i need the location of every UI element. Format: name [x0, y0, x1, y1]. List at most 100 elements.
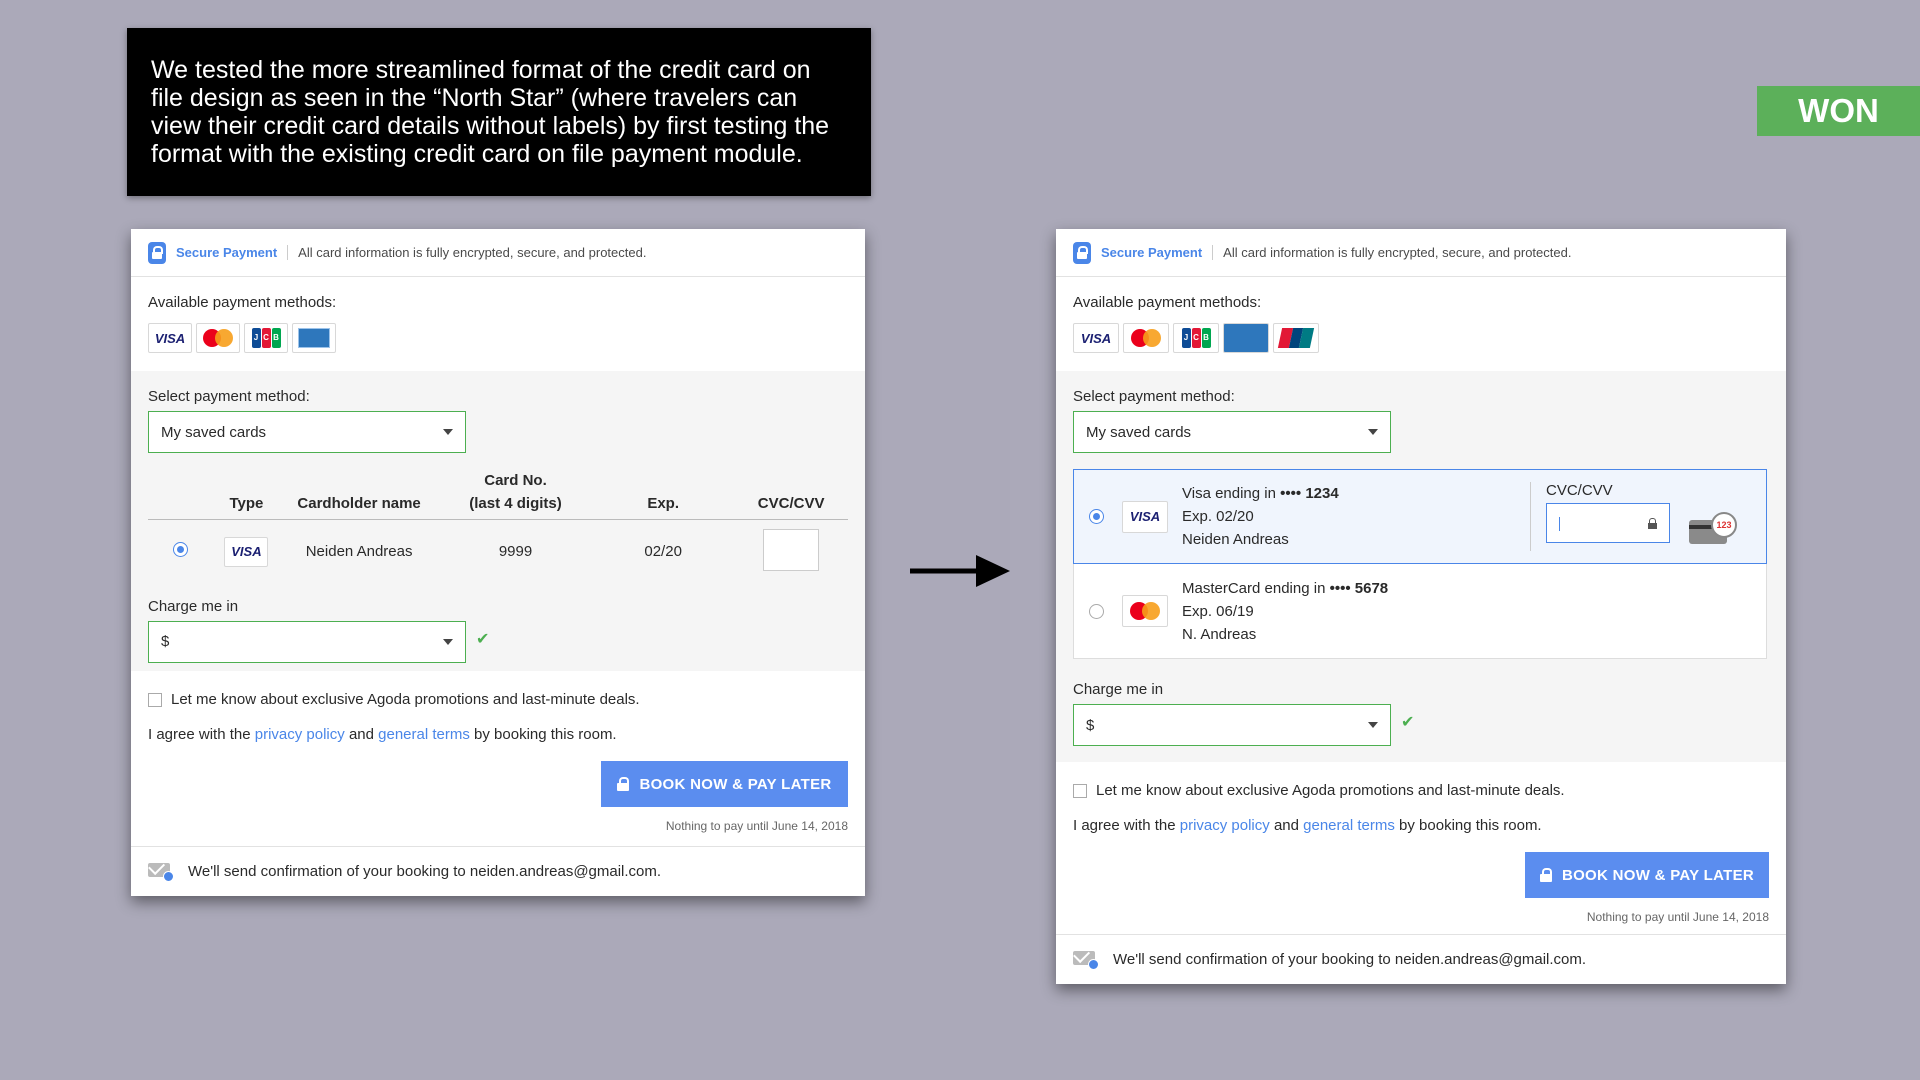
payment-logos: VISA JCB	[148, 323, 848, 353]
arrow-right-icon	[910, 555, 1010, 587]
currency-value: $	[161, 633, 170, 650]
payment-panel-streamlined: Secure Payment All card information is f…	[1056, 229, 1786, 984]
currency-value: $	[1086, 716, 1095, 734]
col-cardholder: Cardholder name	[279, 469, 439, 520]
available-methods-label: Available payment methods:	[148, 294, 337, 311]
secure-payment-header: Secure Payment All card information is f…	[1056, 229, 1786, 277]
amex-logo	[292, 323, 336, 353]
promo-option[interactable]: Let me know about exclusive Agoda promot…	[148, 691, 848, 708]
won-badge: WON	[1757, 86, 1920, 136]
lock-icon	[1648, 518, 1657, 529]
visa-logo: VISA	[1122, 500, 1168, 533]
card-radio[interactable]	[1089, 509, 1104, 524]
amex-logo	[1223, 323, 1269, 353]
mastercard-logo	[1123, 323, 1169, 353]
lock-icon	[1073, 241, 1091, 264]
booking-footer: Let me know about exclusive Agoda promot…	[131, 691, 865, 833]
select-method-label: Select payment method:	[148, 388, 310, 405]
cvc-hint-icon: 123	[1689, 512, 1741, 546]
promo-checkbox[interactable]	[148, 692, 162, 707]
book-now-button[interactable]: BOOK NOW & PAY LATER	[1525, 852, 1769, 898]
confirmation-bar: We'll send confirmation of your booking …	[1056, 934, 1786, 984]
cvc-label: CVC/CVV	[1546, 482, 1613, 499]
visa-logo: VISA	[148, 323, 192, 353]
promo-text: Let me know about exclusive Agoda promot…	[171, 691, 640, 708]
available-methods: Available payment methods: VISA JCB	[1056, 277, 1786, 371]
saved-cards-table: Type Cardholder name Card No. (last 4 dig…	[148, 469, 848, 584]
confirmation-bar: We'll send confirmation of your booking …	[131, 846, 865, 896]
mail-icon	[1073, 950, 1099, 970]
privacy-policy-link[interactable]: privacy policy	[1180, 817, 1270, 834]
card-digits: 9999	[498, 543, 533, 561]
card-details: Visa ending in •••• 1234 Exp. 02/20 Neid…	[1182, 485, 1339, 548]
general-terms-link[interactable]: general terms	[1303, 817, 1395, 834]
secure-payment-title: Secure Payment	[176, 245, 289, 260]
col-cvc: CVC/CVV	[734, 469, 848, 520]
check-icon: ✔	[1401, 714, 1415, 731]
available-methods: Available payment methods: VISA JCB	[131, 277, 865, 371]
lock-icon	[617, 777, 630, 791]
booking-footer: Let me know about exclusive Agoda promot…	[1056, 782, 1786, 924]
visa-logo: VISA	[1073, 323, 1119, 353]
currency-select[interactable]: $	[148, 620, 466, 663]
chevron-down-icon	[443, 638, 453, 645]
confirmation-text: We'll send confirmation of your booking …	[188, 863, 662, 880]
secure-payment-header: Secure Payment All card information is f…	[131, 229, 865, 277]
annotation-text: We tested the more streamlined format of…	[151, 56, 830, 168]
col-card-no: Card No. (last 4 digits)	[438, 469, 593, 520]
saved-card-mastercard[interactable]: MasterCard ending in •••• 5678 Exp. 06/1…	[1073, 564, 1767, 659]
payment-method-select[interactable]: My saved cards	[1073, 411, 1391, 453]
available-methods-label: Available payment methods:	[1073, 294, 1262, 311]
nothing-to-pay-note: Nothing to pay until June 14, 2018	[665, 819, 848, 833]
cardholder-name: Neiden Andreas	[305, 543, 413, 561]
payment-method-section: Select payment method: My saved cards VI…	[1056, 371, 1786, 762]
promo-text: Let me know about exclusive Agoda promot…	[1096, 782, 1565, 799]
jcb-logo: JCB	[244, 323, 288, 353]
privacy-policy-link[interactable]: privacy policy	[255, 726, 345, 743]
jcb-logo: JCB	[1173, 323, 1219, 353]
card-radio[interactable]	[1089, 603, 1104, 619]
card-radio[interactable]	[173, 542, 189, 558]
cvc-area: CVC/CVV 123	[1530, 482, 1737, 551]
payment-method-select[interactable]: My saved cards	[148, 411, 466, 453]
visa-logo-text: VISA	[1080, 330, 1112, 346]
col-exp: Exp.	[592, 469, 735, 520]
charge-label: Charge me in	[148, 597, 239, 615]
saved-card-visa[interactable]: VISA Visa ending in •••• 1234 Exp. 02/20…	[1073, 469, 1767, 564]
card-details: MasterCard ending in •••• 5678 Exp. 06/1…	[1182, 579, 1389, 643]
saved-cards-list: VISA Visa ending in •••• 1234 Exp. 02/20…	[1073, 469, 1767, 659]
payment-logos: VISA JCB	[1073, 323, 1769, 353]
cvc-input[interactable]	[763, 528, 820, 571]
check-icon: ✔	[476, 630, 490, 648]
book-now-label: BOOK NOW & PAY LATER	[639, 775, 832, 793]
mastercard-logo	[1122, 595, 1168, 627]
book-now-label: BOOK NOW & PAY LATER	[1561, 866, 1755, 884]
payment-method-section: Select payment method: My saved cards Ty…	[131, 371, 865, 671]
currency-select[interactable]: $	[1073, 704, 1391, 746]
visa-logo: VISA	[224, 536, 269, 567]
book-now-button[interactable]: BOOK NOW & PAY LATER	[601, 761, 848, 807]
lock-icon	[1539, 868, 1552, 882]
promo-option[interactable]: Let me know about exclusive Agoda promot…	[1073, 782, 1769, 799]
payment-method-value: My saved cards	[161, 423, 267, 441]
mastercard-logo	[196, 323, 240, 353]
unionpay-logo	[1273, 323, 1319, 353]
lock-icon	[148, 241, 166, 264]
annotation-note: We tested the more streamlined format of…	[127, 28, 871, 196]
confirmation-text: We'll send confirmation of your booking …	[1113, 951, 1587, 968]
table-row[interactable]: VISA Neiden Andreas 9999 02/20	[148, 520, 848, 584]
payment-panel-original: Secure Payment All card information is f…	[131, 229, 865, 896]
select-method-label: Select payment method:	[1073, 388, 1235, 405]
chevron-down-icon	[443, 429, 453, 435]
general-terms-link[interactable]: general terms	[378, 726, 470, 743]
chevron-down-icon	[1368, 722, 1378, 728]
promo-checkbox[interactable]	[1073, 783, 1087, 798]
visa-logo-text: VISA	[154, 330, 186, 346]
cvc-input[interactable]	[1546, 503, 1670, 543]
secure-payment-text: All card information is fully encrypted,…	[1223, 245, 1572, 260]
chevron-down-icon	[1368, 429, 1378, 435]
payment-method-value: My saved cards	[1086, 423, 1192, 441]
agree-text: I agree with the privacy policy and gene…	[1073, 817, 1542, 834]
col-type: Type	[213, 469, 280, 520]
agree-text: I agree with the privacy policy and gene…	[148, 726, 617, 743]
